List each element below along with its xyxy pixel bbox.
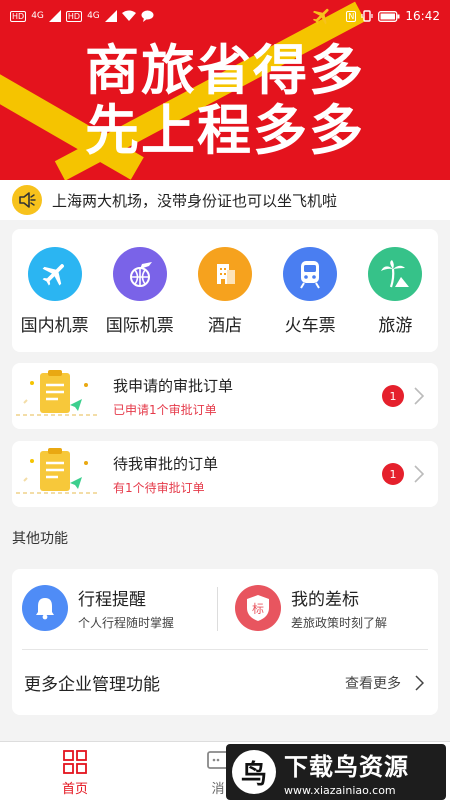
approval-subtitle: 已申请1个审批订单 [113, 402, 217, 417]
status-bar: HD 4G HD 4G N 16:42 [0, 0, 450, 32]
battery-icon [378, 10, 400, 22]
signal-icon [104, 10, 117, 22]
notice-bar[interactable]: 上海两大机场，没带身份证也可以坐飞机啦 [0, 180, 450, 220]
watermark-logo: 鸟 [232, 750, 276, 794]
service-label: 旅游 [378, 316, 413, 336]
feature-trip-reminder[interactable]: 行程提醒 个人行程随时掌握 [12, 569, 225, 647]
service-hotel[interactable]: 酒店 [185, 247, 265, 336]
section-title-other: 其他功能 [12, 531, 68, 547]
tab-label: 首页 [61, 782, 88, 797]
other-features-card: 行程提醒 个人行程随时掌握 标 我的差标 差旅政策时刻了解 更多企业管理功能 查… [12, 569, 438, 715]
watermark-title: 下载鸟资源 [284, 753, 409, 781]
signal-label: 4G [87, 11, 100, 21]
view-more-label: 查看更多 [345, 675, 401, 692]
service-grid: 国内机票 国际机票 酒店 火车票 旅游 [12, 229, 438, 352]
clipboard-icon [12, 441, 107, 507]
nfc-icon: N [346, 10, 357, 22]
hotel-icon [197, 247, 252, 301]
sim-hd-icon: HD [65, 10, 83, 22]
tab-label: 消 [211, 782, 225, 797]
shield-icon: 标 [235, 585, 281, 631]
service-international-flight[interactable]: 国际机票 [100, 247, 180, 336]
sim-hd-icon: HD [10, 10, 27, 22]
wifi-icon [121, 10, 136, 21]
service-label: 火车票 [284, 316, 336, 336]
count-badge: 1 [382, 463, 404, 485]
service-domestic-flight[interactable]: 国内机票 [15, 247, 95, 336]
feature-title: 我的差标 [291, 590, 359, 610]
feature-subtitle: 差旅政策时刻了解 [291, 616, 388, 630]
service-train[interactable]: 火车票 [270, 247, 350, 336]
service-travel[interactable]: 旅游 [355, 247, 435, 336]
approval-title: 我申请的审批订单 [113, 376, 234, 395]
feature-travel-standard[interactable]: 标 我的差标 差旅政策时刻了解 [225, 569, 438, 647]
count-badge: 1 [382, 385, 404, 407]
chevron-right-icon [414, 387, 424, 405]
approval-subtitle: 有1个待审批订单 [113, 480, 205, 495]
clipboard-icon [12, 363, 107, 429]
chat-icon [141, 10, 154, 22]
watermark: 鸟 下载鸟资源 www.xiazainiao.com [226, 744, 446, 800]
airplane-icon [27, 247, 82, 301]
train-icon [283, 247, 338, 301]
service-label: 酒店 [207, 316, 242, 336]
shield-icon-label: 标 [252, 602, 264, 616]
watermark-url: www.xiazainiao.com [284, 784, 396, 797]
tab-home[interactable]: 首页 [45, 750, 105, 797]
bell-icon [22, 585, 68, 631]
more-management-row[interactable]: 更多企业管理功能 查看更多 [12, 650, 438, 715]
service-label: 国际机票 [105, 316, 174, 336]
speaker-icon [12, 185, 42, 215]
banner-headline-2: 先上程多多 [85, 99, 365, 162]
vibrate-icon [361, 10, 374, 22]
promo-banner[interactable]: HD 4G HD 4G N 16:42 商旅省得多 先上程多多 [0, 0, 450, 180]
feature-title: 行程提醒 [78, 590, 146, 610]
palm-tree-icon [368, 247, 423, 301]
view-more-link[interactable]: 查看更多 [345, 673, 424, 693]
more-label: 更多企业管理功能 [24, 675, 160, 695]
globe-plane-icon [112, 247, 167, 301]
clock: 16:42 [405, 9, 440, 23]
feature-subtitle: 个人行程随时掌握 [78, 616, 175, 630]
service-label: 国内机票 [20, 316, 89, 336]
airplane-decor-icon [313, 8, 329, 25]
notice-text: 上海两大机场，没带身份证也可以坐飞机啦 [52, 191, 338, 210]
chevron-right-icon [414, 465, 424, 483]
approval-card-my-requests[interactable]: 我申请的审批订单 已申请1个审批订单 1 [12, 363, 438, 429]
signal-label: 4G [31, 11, 44, 21]
approval-card-pending[interactable]: 待我审批的订单 有1个待审批订单 1 [12, 441, 438, 507]
chevron-right-icon [415, 674, 424, 691]
divider [217, 587, 218, 631]
approval-title: 待我审批的订单 [113, 454, 219, 473]
home-grid-icon [63, 750, 87, 774]
signal-icon [48, 10, 61, 22]
